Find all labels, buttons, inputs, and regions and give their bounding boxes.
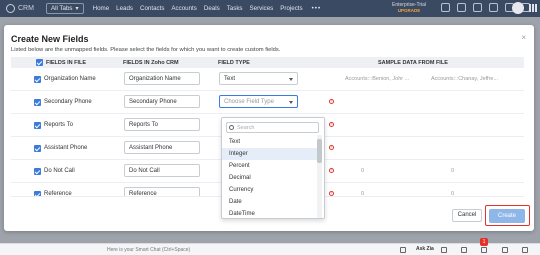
smart-chat-input[interactable]: Here is your Smart Chat (Ctrl+Space)	[107, 247, 190, 253]
chevron-down-icon: ▾	[75, 5, 79, 12]
chat-icon[interactable]	[400, 247, 406, 253]
warning-icon: !	[329, 122, 334, 127]
dialog-title: Create New Fields	[11, 34, 89, 44]
ask-zia-button[interactable]: Ask Zia	[416, 246, 434, 252]
field-name: Reports To	[44, 122, 73, 128]
crm-logo[interactable]: CRM	[6, 4, 34, 13]
table-row: Secondary Phone Secondary Phone Choose F…	[11, 91, 524, 114]
search-icon[interactable]	[441, 3, 450, 12]
col-sample-data: SAMPLE DATA FROM FILE	[378, 59, 448, 66]
field-type-value: Text	[224, 76, 236, 82]
bell-icon[interactable]	[457, 3, 466, 12]
crm-field-input[interactable]: Organization Name	[124, 72, 200, 85]
row-checkbox[interactable]	[34, 145, 41, 152]
nav-tasks[interactable]: Tasks	[227, 5, 243, 12]
col-field-type: FIELD TYPE	[218, 59, 250, 66]
app-grid-icon[interactable]	[529, 4, 537, 12]
row-checkbox[interactable]	[34, 122, 41, 129]
history-icon[interactable]	[522, 247, 528, 253]
warning-icon: !	[329, 191, 334, 196]
dropdown-scrollbar[interactable]	[317, 135, 322, 218]
calendar-icon[interactable]	[473, 3, 482, 12]
nav-deals[interactable]: Deals	[204, 5, 220, 12]
all-tabs-label: All Tabs	[50, 5, 73, 12]
row-checkbox[interactable]	[34, 76, 41, 83]
cancel-button[interactable]: Cancel	[452, 209, 482, 222]
avatar[interactable]	[512, 2, 524, 14]
dialog-description: Listed below are the unmapped fields. Pl…	[11, 47, 281, 53]
phone-icon[interactable]	[461, 247, 467, 253]
field-name: Secondary Phone	[44, 99, 92, 105]
highlight-box	[485, 205, 530, 226]
table-row: Organization Name Organization Name Text…	[11, 68, 524, 91]
nav-home[interactable]: Home	[93, 5, 110, 12]
search-icon	[229, 125, 234, 130]
nav-accounts[interactable]: Accounts	[171, 5, 196, 12]
nav-projects[interactable]: Projects	[280, 5, 302, 12]
field-name: Reference	[44, 191, 72, 197]
crm-field-input[interactable]: Do Not Call	[124, 164, 200, 177]
table-header: FIELDS IN FILE FIELDS IN Zoho CRM FIELD …	[11, 57, 524, 68]
bottom-bar: Here is your Smart Chat (Ctrl+Space) Ask…	[0, 238, 540, 255]
sample-data-2: 0	[451, 191, 455, 197]
crm-logo-icon	[6, 4, 15, 13]
crm-field-input[interactable]: Reports To	[124, 118, 200, 131]
warning-icon: !	[329, 99, 334, 104]
nav-more-button[interactable]: •••	[312, 5, 322, 12]
field-type-select[interactable]: Text	[219, 72, 298, 85]
field-type-dropdown: Search Text Integer Percent Decimal Curr…	[221, 117, 325, 219]
dropdown-search-input[interactable]: Search	[226, 122, 319, 133]
sample-data-1: Accounts:::Benion, Johr ...	[345, 76, 410, 82]
trial-badge[interactable]: Enterprise-Trial UPGRADE	[392, 2, 426, 14]
notification-badge: 1	[480, 238, 488, 246]
field-type-value: Choose Field Type	[224, 99, 274, 105]
crm-field-input[interactable]: Reference	[124, 187, 200, 196]
nav-leads[interactable]: Leads	[116, 5, 133, 12]
sample-data-2: Accounts:::Chanay, Jeffre...	[431, 76, 499, 82]
option-currency[interactable]: Currency	[222, 184, 318, 196]
top-nav-bar: CRM All Tabs ▾ Home Leads Contacts Accou…	[0, 0, 540, 17]
field-name: Do Not Call	[44, 168, 75, 174]
field-type-select[interactable]: Choose Field Type	[219, 95, 298, 108]
field-name: Organization Name	[44, 76, 96, 82]
mail-icon[interactable]	[489, 3, 498, 12]
all-tabs-button[interactable]: All Tabs ▾	[45, 3, 84, 14]
nav-contacts[interactable]: Contacts	[140, 5, 164, 12]
close-icon[interactable]: ×	[521, 33, 526, 42]
sample-data-2: 0	[451, 168, 455, 174]
field-name: Assistant Phone	[44, 145, 88, 151]
option-percent[interactable]: Percent	[222, 160, 318, 172]
crm-field-input[interactable]: Secondary Phone	[124, 95, 200, 108]
option-integer[interactable]: Integer	[222, 148, 318, 160]
sample-data-1: 0	[361, 191, 365, 197]
col-fields-in-crm: FIELDS IN Zoho CRM	[123, 59, 179, 66]
contacts-icon[interactable]	[441, 247, 447, 253]
col-fields-in-file: FIELDS IN FILE	[46, 59, 87, 66]
upgrade-link[interactable]: UPGRADE	[392, 8, 426, 14]
notes-icon[interactable]	[481, 247, 487, 253]
warning-icon: !	[329, 145, 334, 150]
nav-services[interactable]: Services	[250, 5, 274, 12]
warning-icon: !	[329, 168, 334, 173]
help-icon[interactable]	[502, 247, 508, 253]
scrollbar-thumb[interactable]	[317, 139, 322, 163]
main-nav: Home Leads Contacts Accounts Deals Tasks…	[93, 5, 303, 12]
row-checkbox[interactable]	[34, 99, 41, 106]
option-date[interactable]: Date	[222, 196, 318, 208]
option-decimal[interactable]: Decimal	[222, 172, 318, 184]
app-name: CRM	[18, 5, 34, 12]
crm-field-input[interactable]: Assistant Phone	[124, 141, 200, 154]
chevron-down-icon	[289, 78, 293, 81]
select-all-checkbox[interactable]	[36, 59, 43, 66]
option-datetime[interactable]: DateTime	[222, 208, 318, 218]
sample-data-1: 0	[361, 168, 365, 174]
row-checkbox[interactable]	[34, 191, 41, 196]
row-checkbox[interactable]	[34, 168, 41, 175]
chevron-down-icon	[289, 101, 293, 104]
option-text[interactable]: Text	[222, 136, 318, 148]
